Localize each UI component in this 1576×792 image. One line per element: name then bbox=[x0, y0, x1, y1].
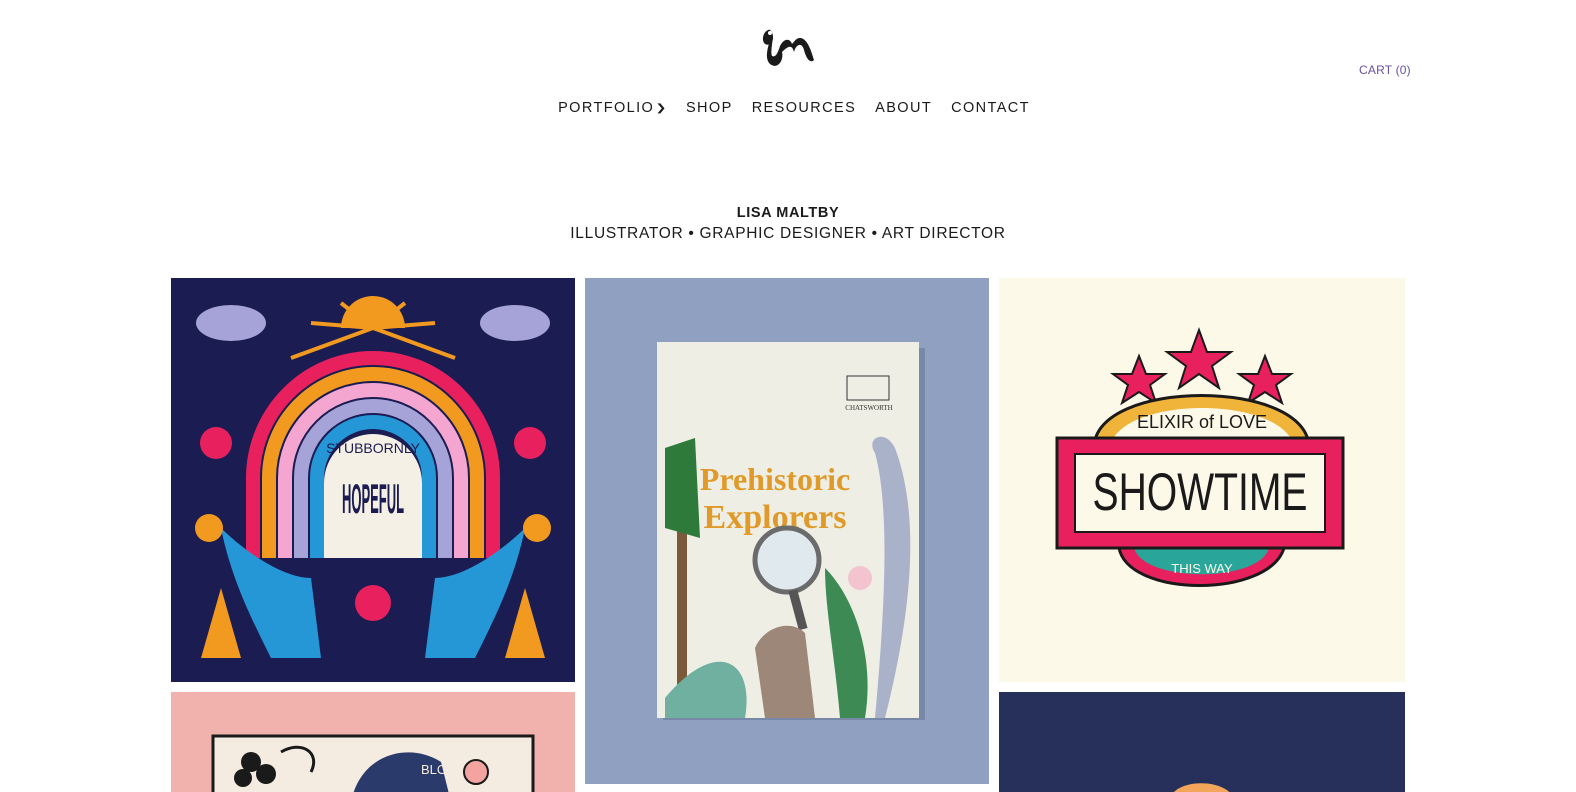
tile-text-elixir: ELIXIR of LOVE bbox=[1137, 412, 1267, 432]
tile-text-stubbornly: STUBBORNLY bbox=[326, 440, 421, 456]
gallery-tile-elixir-showtime[interactable]: ELIXIR of LOVE SHOWTIME THIS WAY bbox=[999, 278, 1405, 682]
intro: LISA MALTBY ILLUSTRATOR • GRAPHIC DESIGN… bbox=[0, 205, 1576, 243]
gallery-tile-navy-print[interactable] bbox=[999, 692, 1405, 792]
nav-item-resources[interactable]: RESOURCES bbox=[752, 100, 856, 116]
gallery-tile-stubbornly-hopeful[interactable]: STUBBORNLY HOPEFUL bbox=[171, 278, 575, 682]
tile-text-showtime: SHOWTIME bbox=[1093, 462, 1308, 521]
nav-item-shop[interactable]: SHOP bbox=[686, 100, 733, 116]
tile-text-this-way: THIS WAY bbox=[1171, 561, 1233, 576]
tile-text-hopeful: HOPEFUL bbox=[342, 475, 404, 522]
nav-item-label: PORTFOLIO bbox=[558, 100, 655, 116]
tile-text-bloom: BLOO bbox=[421, 762, 457, 777]
gallery-tile-bloom-print[interactable]: BLOO bbox=[171, 692, 575, 792]
chevron-down-icon: ❯ bbox=[655, 102, 669, 114]
main-nav: PORTFOLIO ❯ SHOP RESOURCES ABOUT CONTACT bbox=[0, 100, 1576, 116]
nav-item-about[interactable]: ABOUT bbox=[875, 100, 932, 116]
tile-title-prehistoric: Prehistoric bbox=[700, 461, 850, 497]
nav-item-contact[interactable]: CONTACT bbox=[951, 100, 1030, 116]
cart-link[interactable]: CART (0) bbox=[1359, 63, 1411, 77]
tile-brand-chatsworth: CHATSWORTH bbox=[845, 404, 892, 412]
artist-name: LISA MALTBY bbox=[736, 205, 840, 221]
lm-logo[interactable] bbox=[758, 24, 816, 72]
gallery-tile-prehistoric-explorers[interactable]: CHATSWORTH Prehistoric Explorers bbox=[585, 278, 989, 784]
nav-item-portfolio[interactable]: PORTFOLIO ❯ bbox=[558, 100, 667, 116]
artist-roles: ILLUSTRATOR • GRAPHIC DESIGNER • ART DIR… bbox=[570, 225, 1006, 242]
